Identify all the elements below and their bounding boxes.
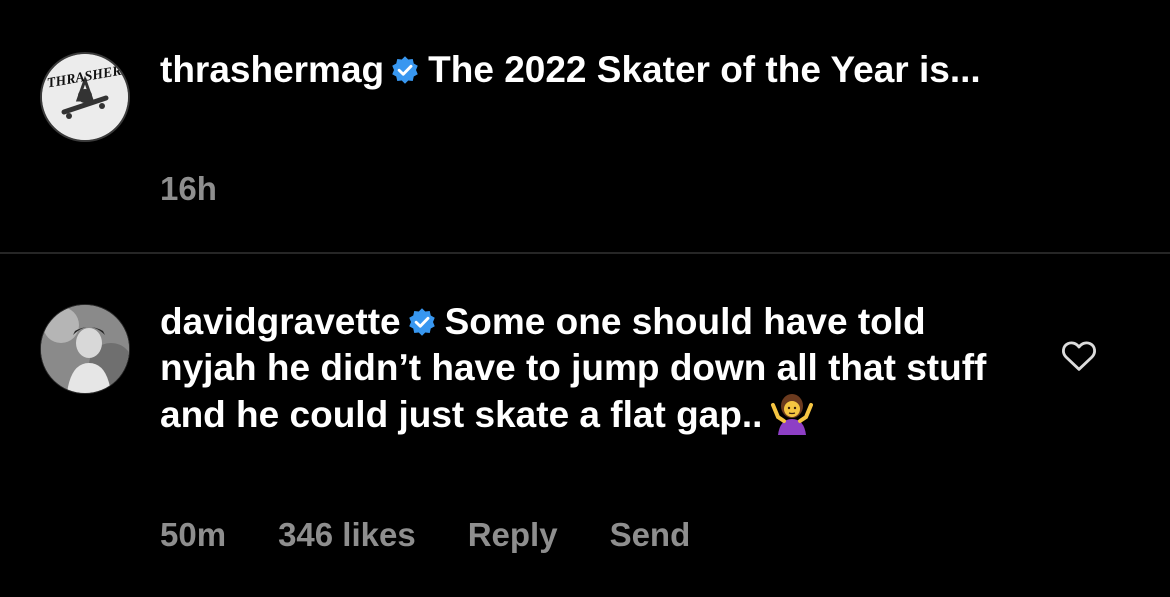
send-button[interactable]: Send [610,516,691,554]
verified-badge-icon [408,308,435,336]
comment: davidgravette Some one should have told n… [0,254,1170,597]
shrug-emoji-icon [770,391,814,435]
post-meta: 16h [160,170,269,208]
reply-button[interactable]: Reply [468,516,558,554]
likes-count[interactable]: 346 likes [278,516,416,554]
avatar-photo [41,305,129,393]
comment-meta: 50m 346 likes Reply Send [160,516,742,554]
davidgravette-avatar[interactable] [40,304,130,394]
caption-text-block: thrashermag The 2022 Skater of the Year i… [160,47,1040,93]
caption-post: THRASHER thrashermag The 2022 Skater of t… [0,0,1170,250]
post-timestamp: 16h [160,170,217,207]
heart-outline-icon[interactable] [1058,335,1100,375]
verified-badge-icon [392,56,418,84]
thrasher-logo-icon: THRASHER [42,54,128,140]
post-username[interactable]: thrashermag [160,49,384,90]
comment-username[interactable]: davidgravette [160,301,401,342]
caption-text: The 2022 Skater of the Year is... [428,49,981,90]
thrashermag-avatar[interactable]: THRASHER [40,52,130,142]
comment-text-block: davidgravette Some one should have told n… [160,299,1005,438]
comment-timestamp: 50m [160,516,227,553]
